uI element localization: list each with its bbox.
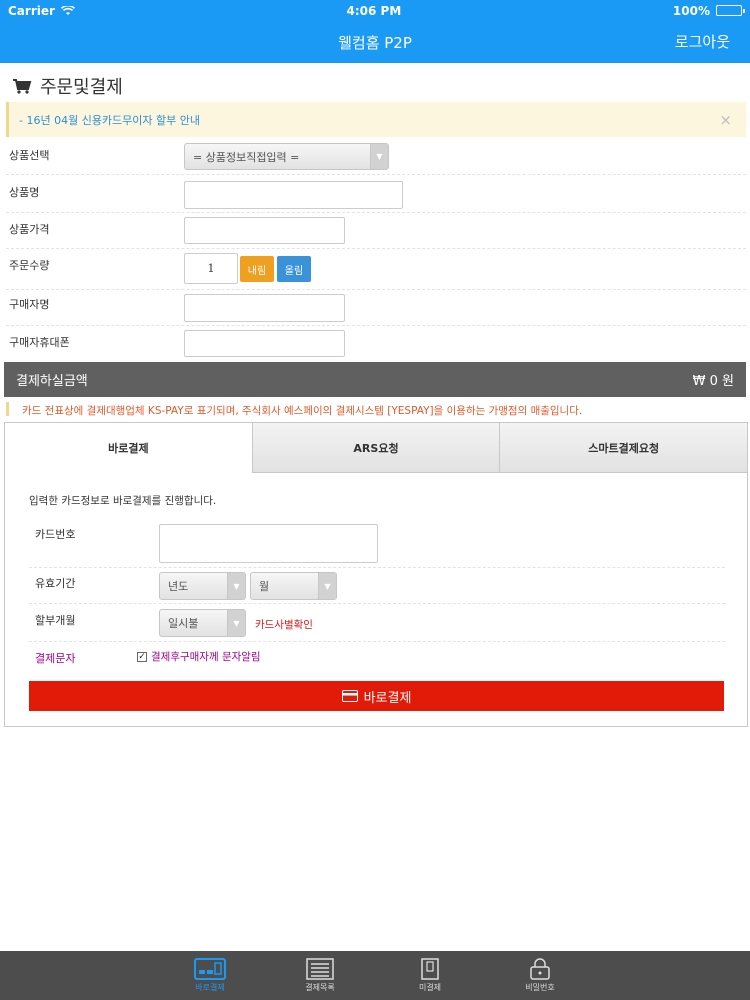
list-icon — [306, 958, 334, 980]
quantity-input[interactable]: 1 — [184, 253, 238, 284]
lock-icon — [530, 958, 550, 980]
card-check-link[interactable]: 카드사별확인 — [255, 617, 313, 632]
row-installment: 할부개월 — [29, 604, 725, 642]
tabbar-item-unpaid[interactable]: 미결제 — [402, 958, 458, 1000]
tabbar-label: 바로결제 — [195, 983, 225, 992]
document-icon — [421, 958, 439, 980]
buyer-name-label: 구매자명 — [9, 298, 50, 311]
direct-pay-button[interactable]: 바로결제 — [29, 681, 724, 711]
row-expiry: 유효기간 — [29, 568, 725, 604]
row-quantity: 주문수량 — [6, 249, 746, 290]
product-name-label: 상품명 — [9, 186, 40, 199]
notice-banner: - 16년 04월 신용카드무이자 할부 안내 × — [6, 102, 746, 137]
notice-link[interactable]: - 16년 04월 신용카드무이자 할부 안내 — [19, 112, 200, 128]
expiry-year-value: 년도 — [168, 580, 189, 593]
product-price-input[interactable] — [184, 217, 345, 244]
product-select[interactable]: = 상품정보직접입력 = ▼ — [184, 143, 389, 170]
direct-pay-description: 입력한 카드정보로 바로결제를 진행합니다. — [29, 495, 217, 507]
quantity-label: 주문수량 — [9, 259, 50, 272]
row-sms: 결제문자 — [29, 642, 725, 672]
wifi-icon — [60, 5, 75, 15]
payment-amount-label: 결제하실금액 — [16, 374, 88, 389]
cart-icon — [13, 79, 32, 94]
expiry-label: 유효기간 — [35, 577, 76, 590]
carrier-label: Carrier — [8, 3, 55, 18]
chevron-down-icon: ▼ — [318, 573, 336, 599]
tabbar-item-direct-pay[interactable]: 바로결제 — [182, 958, 238, 1000]
tab-smart-pay-request[interactable]: 스마트결제요청 — [499, 423, 748, 473]
logout-button[interactable]: 로그아웃 — [675, 31, 730, 52]
installment-select[interactable]: 일시불 ▼ — [159, 609, 246, 637]
nav-title: 웰컴홈 P2P — [338, 33, 412, 52]
page-title: 주문및결제 — [40, 77, 123, 98]
battery-icon — [715, 5, 745, 16]
top-bar: Carrier 4:06 PM 100% 웰컴홈 P2P 로그아웃 — [0, 0, 750, 63]
product-select-label: 상품선택 — [9, 149, 50, 162]
bottom-tab-bar: 바로결제 결제목록 미결제 비밀번호 — [0, 951, 750, 1000]
installment-label: 할부개월 — [35, 614, 76, 627]
payment-amount-value: ₩ 0 원 — [692, 374, 734, 389]
card-number-label: 카드번호 — [35, 528, 76, 541]
tabbar-label: 비밀번호 — [525, 983, 555, 992]
installment-value: 일시불 — [168, 617, 199, 630]
expiry-year-select[interactable]: 년도 ▼ — [159, 572, 246, 600]
tabbar-item-payment-list[interactable]: 결제목록 — [292, 958, 348, 1000]
product-price-label: 상품가격 — [9, 223, 50, 236]
expiry-month-value: 월 — [259, 580, 270, 593]
payment-tabs: 바로결제 ARS요청 스마트결제요청 — [5, 423, 748, 473]
row-buyer-name: 구매자명 — [6, 290, 746, 326]
expiry-month-select[interactable]: 월 ▼ — [250, 572, 337, 600]
quantity-down-button[interactable]: 내림 — [240, 256, 274, 282]
buyer-phone-label: 구매자휴대폰 — [9, 336, 70, 349]
page-header: 주문및결제 — [12, 73, 123, 99]
close-icon[interactable]: × — [719, 111, 732, 129]
tabbar-label: 결제목록 — [305, 983, 335, 992]
product-select-value: = 상품정보직접입력 = — [193, 150, 300, 164]
status-time: 4:06 PM — [346, 3, 402, 18]
product-name-input[interactable] — [184, 181, 403, 209]
chevron-down-icon: ▼ — [227, 573, 245, 599]
payment-amount-bar: 결제하실금액 ₩ 0 원 — [4, 362, 746, 397]
sms-label: 결제문자 — [35, 652, 76, 665]
buyer-phone-input[interactable] — [184, 330, 345, 357]
direct-pay-button-label: 바로결제 — [363, 690, 412, 706]
row-buyer-phone: 구매자휴대폰 — [6, 326, 746, 360]
chevron-down-icon: ▼ — [227, 610, 245, 636]
sms-checkbox[interactable]: ✓ — [137, 651, 147, 662]
nav-bar: 웰컴홈 P2P 로그아웃 — [0, 21, 750, 63]
sms-checkbox-label: 결제후구매자께 문자알림 — [151, 651, 261, 663]
battery-percent: 100% — [672, 3, 710, 18]
quantity-up-button[interactable]: 올림 — [277, 256, 311, 282]
buyer-name-input[interactable] — [184, 294, 345, 322]
row-product-price: 상품가격 — [6, 213, 746, 249]
tab-direct-pay[interactable]: 바로결제 — [5, 423, 252, 473]
card-number-input[interactable] — [159, 524, 378, 563]
sms-option[interactable]: ✓ 결제후구매자께 문자알림 — [137, 649, 261, 664]
payment-panel: 바로결제 ARS요청 스마트결제요청 입력한 카드정보로 바로결제를 진행합니다… — [4, 422, 748, 727]
chevron-down-icon: ▼ — [370, 144, 388, 169]
tabbar-label: 미결제 — [418, 983, 442, 992]
notice-accent — [6, 402, 9, 416]
tab-ars-request[interactable]: ARS요청 — [251, 423, 500, 473]
card-reader-icon — [194, 958, 226, 980]
tabbar-item-password[interactable]: 비밀번호 — [512, 958, 568, 1000]
credit-card-icon — [341, 690, 358, 702]
status-bar: Carrier 4:06 PM 100% — [0, 0, 750, 21]
kspay-notice: 카드 전표상에 결제대행업체 KS-PAY로 표기되며, 주식회사 예스페이의 … — [22, 405, 583, 417]
